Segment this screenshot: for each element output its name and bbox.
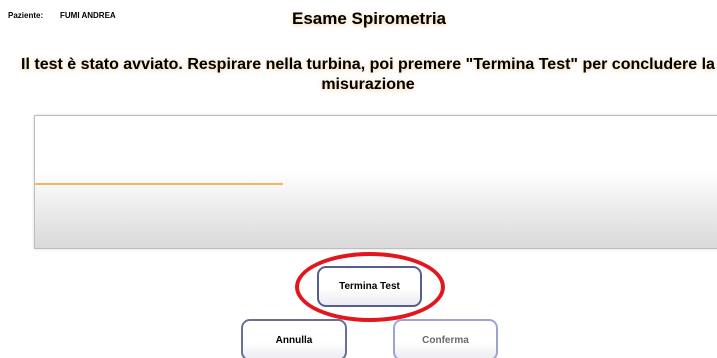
live-trace-panel — [34, 115, 717, 249]
annulla-label: Annulla — [275, 334, 313, 346]
page-title: Esame Spirometria — [291, 9, 446, 28]
termina-test-button[interactable]: Termina Test — [317, 266, 422, 307]
termina-test-label: Termina Test — [339, 281, 400, 292]
annulla-button[interactable]: Annulla — [241, 319, 347, 358]
instruction-text: Il test è stato avviato. Respirare nella… — [21, 56, 715, 93]
conferma-label: Conferma — [422, 334, 469, 346]
conferma-button[interactable]: Conferma — [393, 319, 498, 358]
trace-canvas — [35, 183, 283, 185]
